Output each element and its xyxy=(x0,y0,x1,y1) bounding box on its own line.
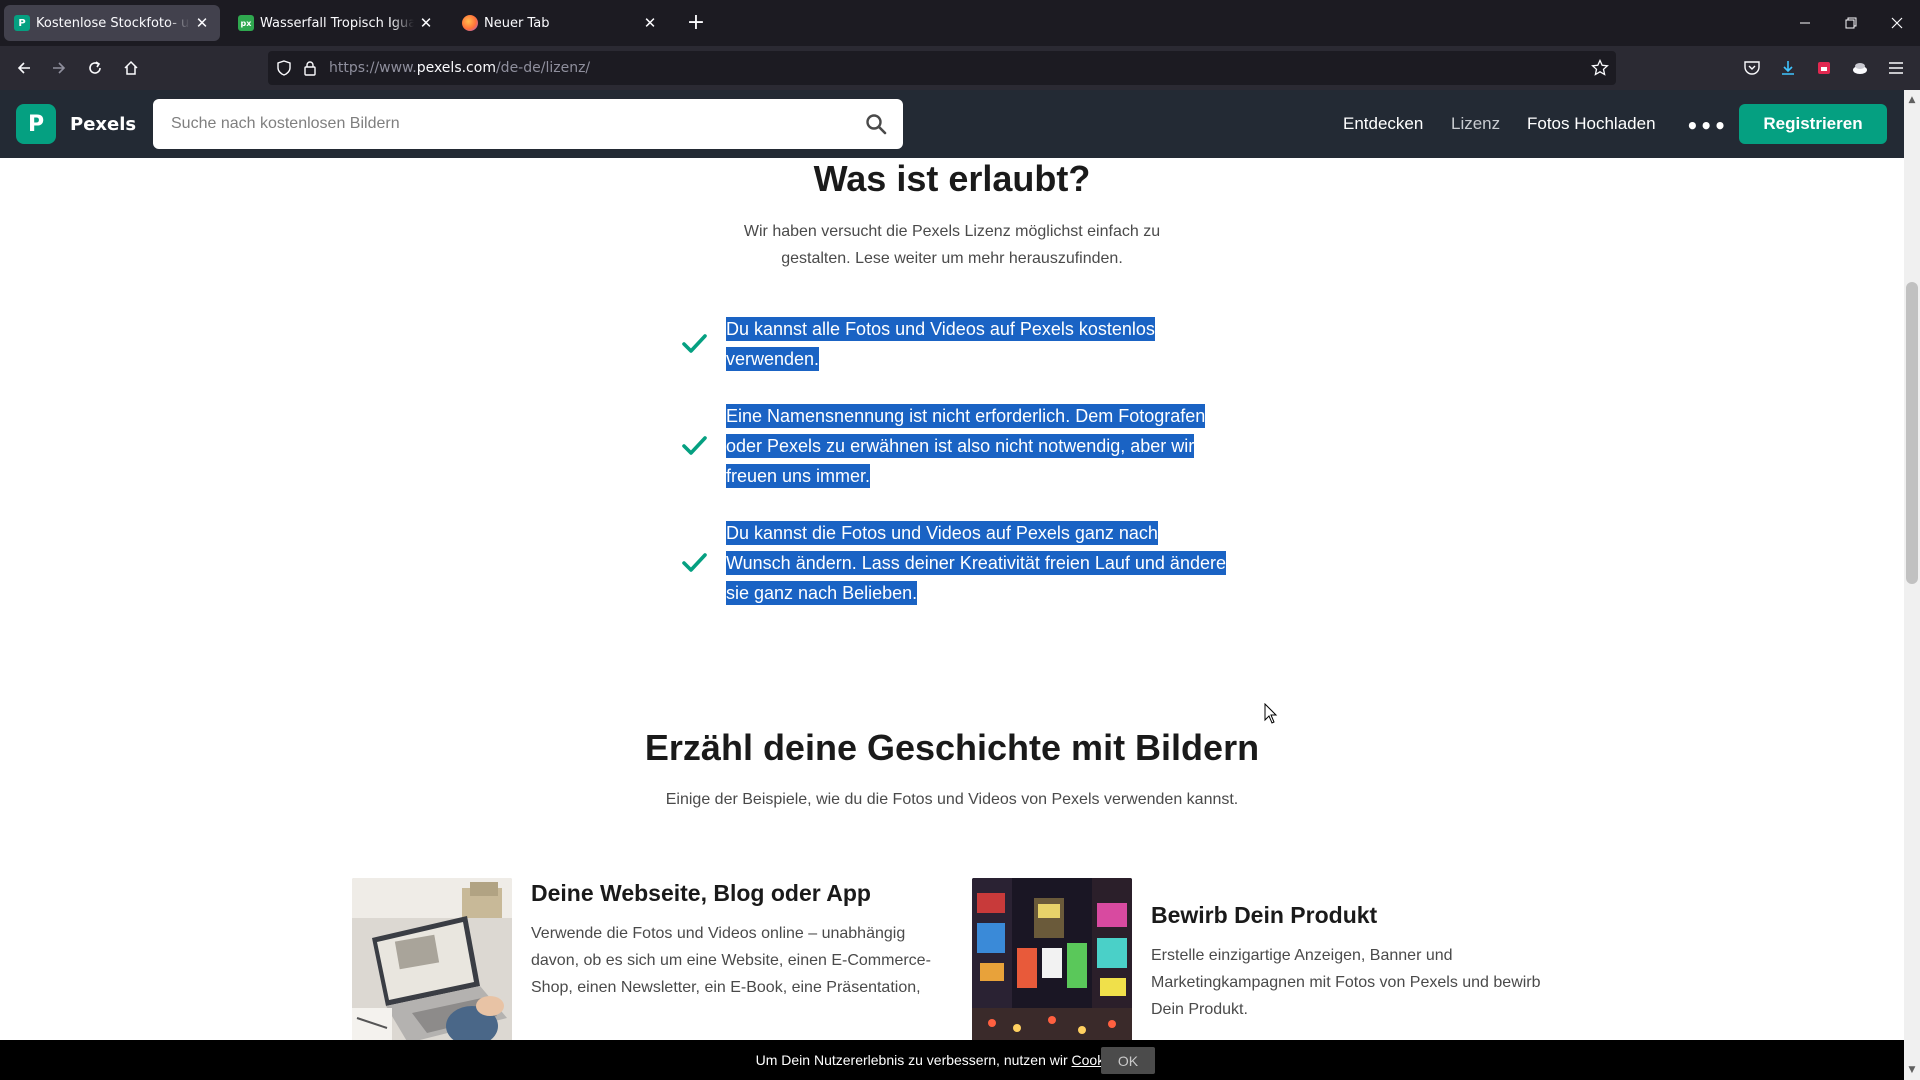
times-square-image[interactable] xyxy=(972,878,1132,1040)
account-icon[interactable] xyxy=(1848,56,1872,80)
site-header: P Pexels Entdecken Lizenz Fotos Hochlade… xyxy=(0,90,1904,158)
laptop-work-image[interactable] xyxy=(352,878,512,1040)
story-subtitle: Einige der Beispiele, wie du die Fotos u… xyxy=(665,791,1239,808)
card-text: Erstelle einzigartige Anzeigen, Banner u… xyxy=(1151,947,1541,1018)
allowed-heading: Was ist erlaubt? xyxy=(813,158,1091,199)
card-text: Verwende die Fotos und Videos online – u… xyxy=(531,925,931,996)
back-arrow-icon xyxy=(17,62,30,74)
tracking-protection-shield-icon[interactable] xyxy=(274,58,294,78)
cookie-message: Um Dein Nutzererlebnis zu verbessern, nu… xyxy=(755,1052,1068,1068)
search-input[interactable] xyxy=(171,99,831,149)
more-options-icon[interactable]: ••• xyxy=(1686,114,1727,138)
firefox-favicon-icon xyxy=(462,15,478,31)
pocket-icon[interactable] xyxy=(1740,56,1764,80)
minimize-icon xyxy=(1800,22,1810,24)
restore-icon xyxy=(1845,17,1857,29)
pexels-favicon-icon: px xyxy=(238,15,254,31)
scroll-up-arrow-icon[interactable]: ▲ xyxy=(1904,92,1920,108)
checkmark-icon xyxy=(682,436,707,455)
close-window-button[interactable] xyxy=(1874,0,1920,46)
checkmark-icon xyxy=(682,553,707,572)
url-path: /de-de/lizenz/ xyxy=(495,60,591,76)
register-button[interactable]: Registrieren xyxy=(1739,104,1887,144)
card-title: Bewirb Dein Produkt xyxy=(1151,902,1378,928)
pexels-logo-icon[interactable]: P xyxy=(16,104,56,144)
search-icon[interactable] xyxy=(865,113,887,135)
allowed-intro: Wir haben versucht die Pexels Lizenz mög… xyxy=(743,223,1161,267)
card-title: Deine Webseite, Blog oder App xyxy=(531,880,871,906)
page-scrollbar[interactable] xyxy=(1904,90,1920,1080)
forward-arrow-icon xyxy=(53,62,66,74)
bookmark-star-icon[interactable] xyxy=(1590,58,1610,78)
close-tab-icon[interactable]: ✕ xyxy=(194,14,210,32)
mouse-cursor-icon xyxy=(1264,703,1278,724)
close-icon xyxy=(1891,17,1903,29)
browser-navigation-bar: https://www.pexels.com/de-de/lizenz/ 5 xyxy=(0,46,1920,110)
nav-fotos-hochladen[interactable]: Fotos Hochladen xyxy=(1527,114,1656,134)
cookie-ok-button[interactable]: OK xyxy=(1101,1047,1155,1074)
search-box xyxy=(153,99,903,149)
allowed-item: Du kannst alle Fotos und Videos auf Pexe… xyxy=(680,314,1240,384)
tab-title: Neuer Tab xyxy=(484,15,550,31)
extension-icon[interactable] xyxy=(1812,56,1836,80)
browser-tab-pexels-license[interactable]: P Kostenlose Stockfoto- und Videos ✕ xyxy=(4,5,220,41)
url-prefix: https://www. xyxy=(329,60,417,76)
allowed-item-text: Du kannst die Fotos und Videos auf Pexel… xyxy=(726,521,1226,605)
back-button[interactable] xyxy=(10,54,38,82)
url-text[interactable]: https://www.pexels.com/de-de/lizenz/ xyxy=(329,60,590,76)
pexels-favicon-icon: P xyxy=(14,15,30,31)
cookie-banner: Um Dein Nutzererlebnis zu verbessern, nu… xyxy=(0,1040,1904,1080)
url-host: pexels.com xyxy=(416,60,496,76)
allowed-item-text: Du kannst alle Fotos und Videos auf Pexe… xyxy=(726,317,1155,371)
pexels-logo-text[interactable]: Pexels xyxy=(70,114,136,135)
story-heading: Erzähl deine Geschichte mit Bildern xyxy=(644,727,1260,768)
browser-tab-new-tab[interactable]: Neuer Tab ✕ xyxy=(452,5,668,41)
nav-entdecken[interactable]: Entdecken xyxy=(1343,114,1423,134)
tab-title: Wasserfall Tropisch Iguazu Fälle xyxy=(260,15,414,31)
checkmark-icon xyxy=(682,334,707,353)
reload-icon xyxy=(89,61,101,74)
allowed-item: Eine Namensnennung ist nicht erforderlic… xyxy=(680,401,1240,501)
restore-window-button[interactable] xyxy=(1828,0,1874,46)
home-icon xyxy=(124,60,138,75)
allowed-item: Du kannst die Fotos und Videos auf Pexel… xyxy=(680,518,1240,618)
reload-button[interactable] xyxy=(81,54,109,82)
tab-title: Kostenlose Stockfoto- und Videos xyxy=(36,15,190,31)
padlock-icon[interactable] xyxy=(300,58,320,78)
home-button[interactable] xyxy=(117,54,145,82)
nav-lizenz[interactable]: Lizenz xyxy=(1451,114,1500,134)
close-tab-icon[interactable]: ✕ xyxy=(418,14,434,32)
browser-tab-bar: P Kostenlose Stockfoto- und Videos ✕ px … xyxy=(0,0,1920,46)
forward-button[interactable] xyxy=(45,54,73,82)
hamburger-menu-icon[interactable] xyxy=(1884,56,1908,80)
close-tab-icon[interactable]: ✕ xyxy=(642,14,658,32)
new-tab-button[interactable]: + xyxy=(682,8,710,36)
page-content: Was ist erlaubt? Wir haben versucht die … xyxy=(0,158,1904,1040)
cookie-text: Um Dein Nutzererlebnis zu verbessern, nu… xyxy=(0,1052,1126,1068)
scrollbar-thumb[interactable] xyxy=(1906,282,1918,584)
downloads-icon[interactable] xyxy=(1776,56,1800,80)
scroll-down-arrow-icon[interactable]: ▼ xyxy=(1904,1062,1920,1078)
allowed-item-text: Eine Namensnennung ist nicht erforderlic… xyxy=(726,404,1206,488)
browser-tab-waterfall[interactable]: px Wasserfall Tropisch Iguazu Fälle ✕ xyxy=(228,5,444,41)
minimize-window-button[interactable] xyxy=(1782,0,1828,46)
address-bar[interactable]: https://www.pexels.com/de-de/lizenz/ xyxy=(268,51,1616,85)
